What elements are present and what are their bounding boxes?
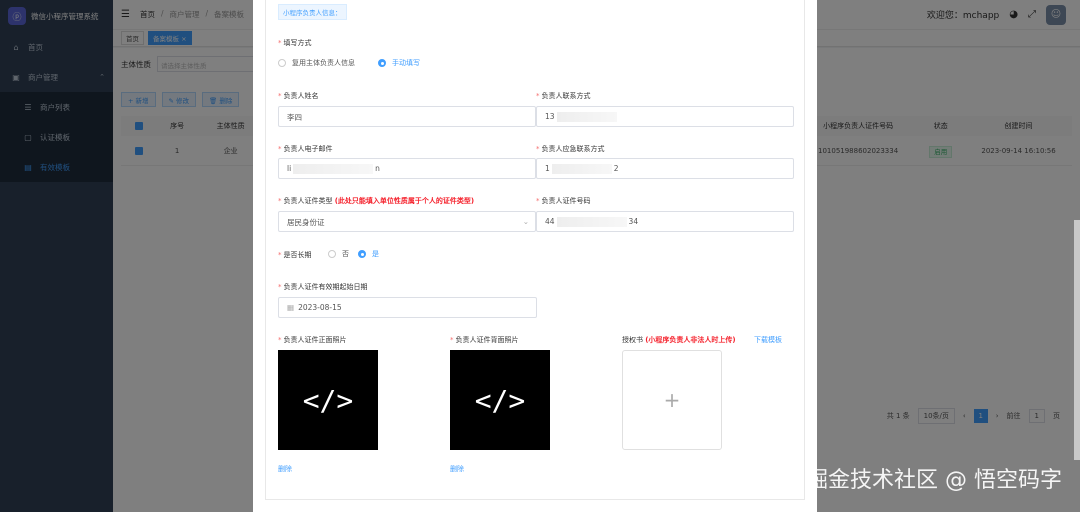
radio-icon [328,250,336,258]
section-label: 小程序负责人信息： [278,4,347,20]
longterm-label: * 是否长期 [278,251,312,259]
page-scrollbar[interactable] [1074,220,1080,460]
front-photo-thumbnail[interactable]: </> [278,350,378,450]
radio-label: 复用主体负责人信息 [292,59,355,67]
auth-letter-label: 授权书 (小程序负责人非法人时上传) [622,336,736,344]
redacted-blur [551,164,612,174]
radio-label: 否 [342,250,349,258]
email-label: * 负责人电子邮件 [278,145,333,153]
auth-letter-upload[interactable]: + [622,350,722,450]
radio-label: 手动填写 [392,59,420,67]
id-type-label: * 负责人证件类型 (此处只能填入单位性质属于个人的证件类型) [278,197,475,205]
back-photo-delete-link[interactable]: 删除 [450,464,464,474]
valid-start-label: * 负责人证件有效期起始日期 [278,283,368,291]
redacted-blur [293,164,374,174]
emergency-contact-input[interactable]: 12 [536,158,794,179]
redacted-blur [556,112,617,122]
id-number-input[interactable]: 44 34 [536,211,794,232]
radio-checked-icon [358,250,366,258]
edit-dialog: 小程序负责人信息： * 填写方式 复用主体负责人信息 手动填写 * 负责人姓名 李四… [253,0,817,512]
radio-icon [278,59,286,67]
plus-icon: + [663,388,681,412]
back-photo-label: * 负责人证件背面照片 [450,336,519,344]
fill-method-label: * 填写方式 [278,39,312,47]
download-template-link[interactable]: 下载模板 [754,335,782,345]
longterm-yes[interactable]: 是 [358,249,379,259]
back-photo-thumbnail[interactable]: </> [450,350,550,450]
id-type-select[interactable]: 居民身份证 ⌄ [278,211,536,232]
name-label: * 负责人姓名 [278,92,319,100]
contact-label: * 负责人联系方式 [536,92,591,100]
emergency-contact-label: * 负责人应急联系方式 [536,145,605,153]
redacted-blur [556,217,627,227]
name-input[interactable]: 李四 [278,106,536,127]
fill-method-manual[interactable]: 手动填写 [378,58,420,68]
radio-checked-icon [378,59,386,67]
calendar-icon: ▦ [287,303,295,312]
fill-method-reuse[interactable]: 复用主体负责人信息 [278,58,355,68]
front-photo-delete-link[interactable]: 删除 [278,464,292,474]
chevron-down-icon: ⌄ [522,217,529,226]
watermark: 掘金技术社区 @ 悟空码字 [806,468,1062,493]
longterm-no[interactable]: 否 [328,249,349,259]
contact-input[interactable]: 13 [536,106,794,127]
principal-form: 小程序负责人信息： * 填写方式 复用主体负责人信息 手动填写 * 负责人姓名 李四… [265,0,805,500]
front-photo-label: * 负责人证件正面照片 [278,336,347,344]
id-number-label: * 负责人证件号码 [536,197,591,205]
valid-start-date-picker[interactable]: ▦ 2023-08-15 [278,297,537,318]
radio-label: 是 [372,250,379,258]
email-input[interactable]: li n [278,158,536,179]
app-root: ⓟ 微信小程序管理系统 ⌂ 首页 ▣ 商户管理 ⌃ ☰ 商户列表 ▢ 认证模板 … [0,0,1080,512]
